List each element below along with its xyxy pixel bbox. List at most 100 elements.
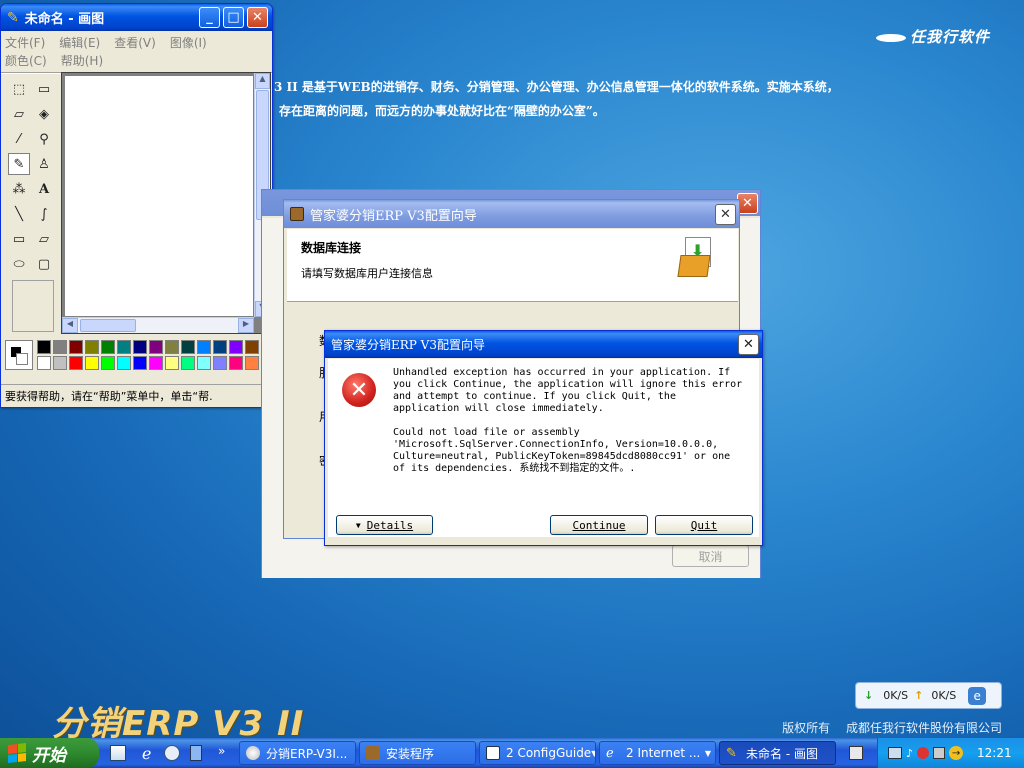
polygon-icon[interactable]: ▱ bbox=[33, 228, 55, 250]
scroll-left-icon[interactable]: ◀ bbox=[62, 318, 78, 333]
quicklaunch-phone-icon[interactable] bbox=[190, 745, 202, 761]
wizard-title-bar[interactable]: 管家婆分销ERP V3配置向导 ✕ bbox=[284, 200, 739, 228]
palette-swatch[interactable] bbox=[229, 340, 243, 354]
pencil-icon[interactable]: ✎ bbox=[8, 153, 30, 175]
horizontal-scrollbar[interactable]: ◀ ▶ bbox=[62, 317, 254, 333]
company-name: 成都任我行软件股份有限公司 bbox=[845, 721, 1002, 735]
magnifier-icon[interactable]: ⚲ bbox=[33, 128, 55, 150]
menu-image[interactable]: 图像(I) bbox=[170, 34, 207, 52]
airbrush-icon[interactable]: ⁂ bbox=[8, 178, 30, 200]
palette-swatch[interactable] bbox=[117, 356, 131, 370]
network-speed-widget[interactable]: ↓ 0K/S ↑ 0K/S e bbox=[855, 682, 1002, 709]
ellipse-icon[interactable]: ⬭ bbox=[8, 253, 30, 275]
network-icon[interactable] bbox=[888, 747, 902, 759]
palette-swatch[interactable] bbox=[181, 340, 195, 354]
paint-icon: ✎ bbox=[726, 746, 737, 761]
task-installer[interactable]: 安装程序 bbox=[359, 741, 476, 765]
palette-swatch[interactable] bbox=[133, 340, 147, 354]
brush-icon[interactable]: ♙ bbox=[33, 153, 55, 175]
menu-colors[interactable]: 颜色(C) bbox=[5, 52, 47, 70]
curve-icon[interactable]: ∫ bbox=[33, 203, 55, 225]
palette-swatch[interactable] bbox=[149, 340, 163, 354]
menu-file[interactable]: 文件(F) bbox=[5, 34, 45, 52]
security-icon[interactable] bbox=[917, 747, 930, 759]
palette-swatch[interactable] bbox=[213, 356, 227, 370]
task-internet-group[interactable]: ℯ 2 Internet ... ▼ bbox=[599, 741, 716, 765]
maximize-button[interactable]: □ bbox=[223, 7, 244, 28]
menu-help[interactable]: 帮助(H) bbox=[61, 52, 103, 70]
details-button[interactable]: ▼ Details bbox=[336, 515, 433, 535]
rectangle-icon[interactable]: ▭ bbox=[8, 228, 30, 250]
palette-swatch[interactable] bbox=[245, 356, 259, 370]
palette-swatch[interactable] bbox=[53, 356, 67, 370]
current-colors[interactable] bbox=[5, 340, 33, 370]
rounded-rect-icon[interactable]: ▢ bbox=[33, 253, 55, 275]
palette-swatch[interactable] bbox=[117, 340, 131, 354]
back-close-button[interactable]: ✕ bbox=[737, 193, 758, 214]
quicklaunch-more-icon[interactable]: » bbox=[218, 744, 225, 758]
palette-swatch[interactable] bbox=[37, 356, 51, 370]
eraser-icon[interactable]: ▱ bbox=[8, 103, 30, 125]
task-paint[interactable]: ✎ 未命名 - 画图 bbox=[719, 741, 836, 765]
paint-title-bar[interactable]: ✎ 未命名 - 画图 _ □ ✕ bbox=[1, 4, 272, 31]
palette-swatch[interactable] bbox=[165, 340, 179, 354]
palette-swatch[interactable] bbox=[197, 340, 211, 354]
palette-swatch[interactable] bbox=[69, 356, 83, 370]
chevron-down-icon: ▼ bbox=[591, 749, 595, 758]
palette-swatch[interactable] bbox=[133, 356, 147, 370]
update-icon[interactable]: → bbox=[949, 746, 964, 760]
task-label: 2 Internet ... bbox=[626, 746, 701, 760]
text-icon[interactable]: A bbox=[33, 178, 55, 200]
palette-swatch[interactable] bbox=[101, 356, 115, 370]
volume-icon[interactable]: ♪ bbox=[906, 747, 913, 760]
palette-swatch[interactable] bbox=[149, 356, 163, 370]
palette-swatch[interactable] bbox=[69, 340, 83, 354]
error-title-bar[interactable]: 管家婆分销ERP V3配置向导 ✕ bbox=[325, 331, 762, 358]
scroll-right-icon[interactable]: ▶ bbox=[238, 318, 254, 333]
tool-options-box[interactable] bbox=[12, 280, 54, 332]
palette-swatch[interactable] bbox=[213, 340, 227, 354]
wizard-close-button[interactable]: ✕ bbox=[715, 203, 736, 225]
fill-bucket-icon[interactable]: ◈ bbox=[33, 103, 55, 125]
palette-swatch[interactable] bbox=[85, 356, 99, 370]
menu-edit[interactable]: 编辑(E) bbox=[59, 34, 100, 52]
menu-view[interactable]: 查看(V) bbox=[114, 34, 156, 52]
tray-app-icon[interactable] bbox=[933, 747, 946, 759]
drawing-canvas[interactable] bbox=[65, 76, 253, 316]
continue-button[interactable]: Continue bbox=[550, 515, 648, 535]
error-close-button[interactable]: ✕ bbox=[738, 334, 759, 355]
cancel-button[interactable]: 取消 bbox=[672, 545, 749, 567]
minimize-button[interactable]: _ bbox=[199, 7, 220, 28]
scroll-up-icon[interactable]: ▲ bbox=[255, 73, 270, 89]
h-scroll-thumb[interactable] bbox=[80, 319, 136, 332]
quit-button[interactable]: Quit bbox=[655, 515, 753, 535]
free-select-icon[interactable]: ⬚ bbox=[8, 78, 30, 100]
palette-swatch[interactable] bbox=[181, 356, 195, 370]
rect-select-icon[interactable]: ▭ bbox=[33, 78, 55, 100]
quicklaunch-ie-icon[interactable]: ℯ bbox=[142, 744, 151, 763]
browser-icon[interactable]: e bbox=[968, 686, 987, 705]
quicklaunch-desktop-icon[interactable] bbox=[110, 745, 126, 761]
company-logo: 任我行软件 bbox=[876, 26, 990, 47]
line-icon[interactable]: ╲ bbox=[8, 203, 30, 225]
keyboard-icon[interactable] bbox=[849, 746, 863, 760]
palette-swatch[interactable] bbox=[85, 340, 99, 354]
task-erp-cd[interactable]: 分销ERP-V3I... bbox=[239, 741, 356, 765]
color-picker-icon[interactable]: ⁄ bbox=[8, 128, 30, 150]
quicklaunch-app-icon[interactable] bbox=[164, 745, 180, 761]
palette-swatch[interactable] bbox=[245, 340, 259, 354]
palette-swatch[interactable] bbox=[229, 356, 243, 370]
continue-label: Continue bbox=[572, 518, 626, 532]
palette-swatch[interactable] bbox=[101, 340, 115, 354]
start-button[interactable]: 开始 bbox=[0, 738, 99, 768]
close-button[interactable]: ✕ bbox=[247, 7, 268, 28]
palette-swatch[interactable] bbox=[53, 340, 67, 354]
palette-swatch[interactable] bbox=[197, 356, 211, 370]
canvas-area[interactable]: ▲ ▼ ◀ ▶ bbox=[61, 72, 271, 334]
palette-swatch[interactable] bbox=[37, 340, 51, 354]
clock[interactable]: 12:21 bbox=[977, 746, 1012, 760]
task-label: 2 ConfigGuide bbox=[506, 746, 592, 760]
task-configguide-group[interactable]: 2 ConfigGuide ▼ bbox=[479, 741, 596, 765]
palette-swatch[interactable] bbox=[165, 356, 179, 370]
error-icon: ✕ bbox=[342, 373, 376, 407]
